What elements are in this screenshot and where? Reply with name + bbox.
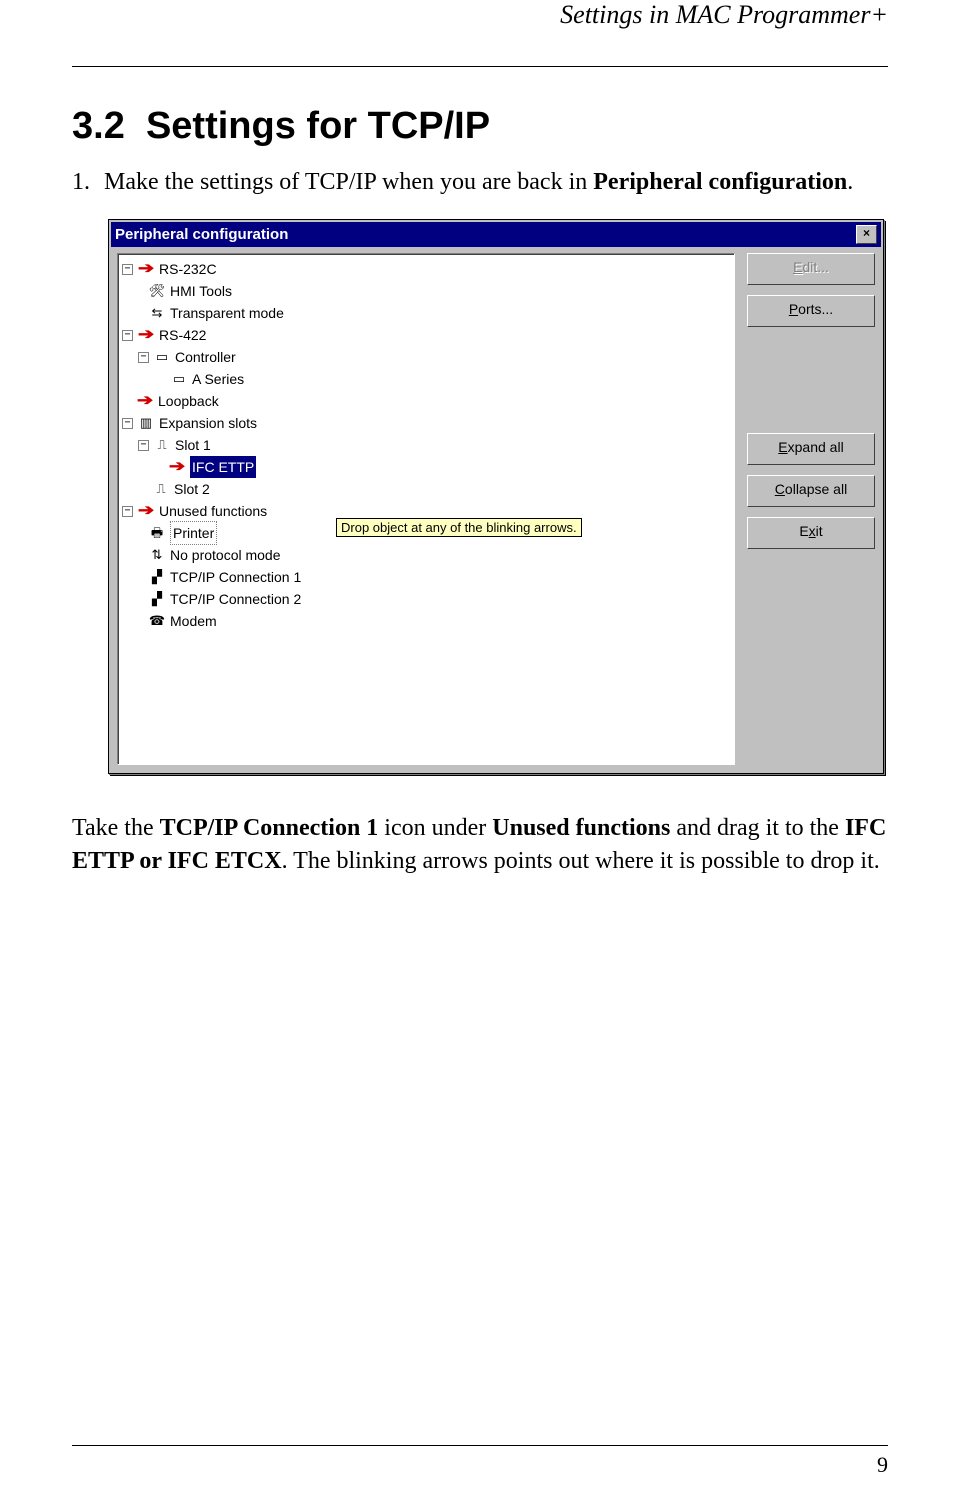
caption-para: Take the TCP/IP Connection 1 icon under … <box>72 812 888 878</box>
tool-icon: 🛠 <box>148 283 166 299</box>
peripheral-config-dialog: Peripheral configuration × − ➔ RS-232C 🛠… <box>108 219 884 774</box>
arrow-icon: ➔ <box>165 459 188 475</box>
tree-item-aseries[interactable]: ▭ A Series <box>122 368 734 390</box>
drop-tooltip: Drop object at any of the blinking arrow… <box>336 518 582 537</box>
tree-label: RS-422 <box>159 324 206 346</box>
tree-label: No protocol mode <box>170 544 281 566</box>
slot-icon: ⎍ <box>153 437 171 453</box>
tree-pane[interactable]: − ➔ RS-232C 🛠 HMI Tools ⇆ Transparent mo… <box>117 253 735 765</box>
arrow-icon: ➔ <box>134 503 157 519</box>
tree-item-rs232c[interactable]: − ➔ RS-232C <box>122 258 734 280</box>
tree-item-hmi[interactable]: 🛠 HMI Tools <box>122 280 734 302</box>
ports-button[interactable]: Ports... <box>747 295 875 327</box>
collapse-all-button[interactable]: Collapse all <box>747 475 875 507</box>
button-column: Edit... Ports... Expand all Collapse all… <box>735 253 875 559</box>
edit-button[interactable]: Edit... <box>747 253 875 285</box>
tree-label: Slot 2 <box>174 478 210 500</box>
footer-rule <box>72 1445 888 1446</box>
tree-item-tcp2[interactable]: ▞ TCP/IP Connection 2 <box>122 588 734 610</box>
expand-all-button[interactable]: Expand all <box>747 433 875 465</box>
section-title: Settings for TCP/IP <box>146 105 490 147</box>
cap-text: Take the <box>72 815 160 841</box>
tree-label: Unused functions <box>159 500 267 522</box>
tree: − ➔ RS-232C 🛠 HMI Tools ⇆ Transparent mo… <box>118 254 734 632</box>
section-number: 3.2 <box>72 105 125 147</box>
minus-icon[interactable]: − <box>122 506 133 517</box>
tree-item-controller[interactable]: − ▭ Controller <box>122 346 734 368</box>
intro-after: . <box>847 169 853 195</box>
arrow-icon: ➔ <box>133 393 156 409</box>
dialog-title-text: Peripheral configuration <box>115 226 288 243</box>
minus-icon[interactable]: − <box>122 418 133 429</box>
minus-icon[interactable]: − <box>138 352 149 363</box>
minus-icon[interactable]: − <box>138 440 149 451</box>
tree-label: A Series <box>192 368 244 390</box>
tree-label: TCP/IP Connection 1 <box>170 566 301 588</box>
tree-item-expansion[interactable]: − ▥ Expansion slots <box>122 412 734 434</box>
tree-item-rs422[interactable]: − ➔ RS-422 <box>122 324 734 346</box>
modem-icon: ☎ <box>148 613 166 629</box>
close-button[interactable]: × <box>856 225 877 244</box>
intro-text: Make the settings of TCP/IP when you are… <box>104 169 593 195</box>
tree-label: TCP/IP Connection 2 <box>170 588 301 610</box>
page-number: 9 <box>877 1452 888 1478</box>
tree-item-modem[interactable]: ☎ Modem <box>122 610 734 632</box>
arrow-icon: ➔ <box>134 327 157 343</box>
cap-bold: TCP/IP Connection 1 <box>160 815 379 841</box>
slots-icon: ▥ <box>137 415 155 431</box>
section-heading: 3.2 Settings for TCP/IP <box>72 105 888 148</box>
tree-label: Modem <box>170 610 217 632</box>
controller-icon: ▭ <box>153 349 171 365</box>
running-header: Settings in MAC Programmer+ <box>0 0 960 36</box>
tree-label: Transparent mode <box>170 302 284 324</box>
device-icon: ▭ <box>170 371 188 387</box>
network-icon: ▞ <box>148 591 166 607</box>
cap-text: . The blinking arrows points out where i… <box>282 848 880 874</box>
tree-label: Controller <box>175 346 236 368</box>
tree-label: HMI Tools <box>170 280 232 302</box>
protocol-icon: ⇅ <box>148 547 166 563</box>
tree-item-slot2[interactable]: ⎍ Slot 2 <box>122 478 734 500</box>
tree-item-tcp1[interactable]: ▞ TCP/IP Connection 1 <box>122 566 734 588</box>
network-icon: ▞ <box>148 569 166 585</box>
cap-bold: Unused functions <box>492 815 670 841</box>
btn-rest: orts... <box>798 301 833 317</box>
tree-label: RS-232C <box>159 258 217 280</box>
btn-rest: dit... <box>802 259 828 275</box>
slot-icon: ⎍ <box>152 481 170 497</box>
minus-icon[interactable]: − <box>122 330 133 341</box>
btn-rest: ollapse all <box>785 481 847 497</box>
tree-label: Printer <box>170 521 217 545</box>
tree-item-transparent[interactable]: ⇆ Transparent mode <box>122 302 734 324</box>
tree-label: Expansion slots <box>159 412 257 434</box>
tree-item-ifcettp[interactable]: ➔ IFC ETTP <box>122 456 734 478</box>
tree-label-selected: IFC ETTP <box>190 456 256 478</box>
cap-text: and drag it to the <box>670 815 845 841</box>
minus-icon[interactable]: − <box>122 264 133 275</box>
intro-para: 1. Make the settings of TCP/IP when you … <box>72 166 888 199</box>
tree-label: Slot 1 <box>175 434 211 456</box>
link-icon: ⇆ <box>148 305 166 321</box>
intro-bold: Peripheral configuration <box>593 169 847 195</box>
tree-item-loopback[interactable]: ➔ Loopback <box>122 390 734 412</box>
exit-button[interactable]: Exit <box>747 517 875 549</box>
dialog-titlebar: Peripheral configuration × <box>111 222 881 247</box>
tree-label: Loopback <box>158 390 219 412</box>
step-number: 1. <box>72 166 98 199</box>
btn-rest: xpand all <box>788 439 844 455</box>
dialog-body: − ➔ RS-232C 🛠 HMI Tools ⇆ Transparent mo… <box>111 247 881 771</box>
tree-item-noprotocol[interactable]: ⇅ No protocol mode <box>122 544 734 566</box>
arrow-icon: ➔ <box>134 261 157 277</box>
btn-rest: it <box>816 523 823 539</box>
cap-text: icon under <box>378 815 492 841</box>
tree-item-slot1[interactable]: − ⎍ Slot 1 <box>122 434 734 456</box>
printer-icon: 🖶 <box>148 525 166 541</box>
header-rule <box>72 66 888 67</box>
